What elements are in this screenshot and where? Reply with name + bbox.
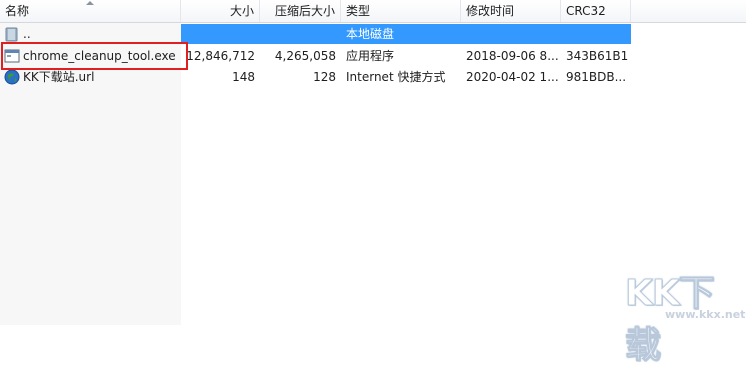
file-type: Internet 快捷方式	[346, 70, 446, 84]
file-size: 12,846,712	[186, 49, 255, 63]
column-header-modified[interactable]: 修改时间	[461, 0, 561, 22]
list-item-parent-folder[interactable]: .. 本地磁盘	[0, 24, 746, 44]
file-modified: 2020-04-02 1...	[466, 70, 559, 84]
watermark-url: www.kkx.net	[665, 308, 746, 321]
annotation-highlight-box	[1, 42, 188, 70]
column-header-size[interactable]: 大小	[181, 0, 260, 22]
column-header-name-label: 名称	[5, 4, 30, 18]
column-header-bar: 名称 大小 压缩后大小 类型 修改时间 CRC32	[0, 0, 746, 23]
column-header-crc32[interactable]: CRC32	[561, 0, 631, 22]
file-type: 应用程序	[346, 49, 395, 63]
file-crc32: 981BDB...	[566, 70, 627, 84]
file-crc32: 343B61B1	[566, 49, 629, 63]
list-item-kk-url[interactable]: KK下载站.url 148 128 Internet 快捷方式 2020-04-…	[0, 67, 746, 87]
column-header-name[interactable]: 名称	[0, 0, 181, 22]
column-header-type[interactable]: 类型	[341, 0, 461, 22]
column-header-packed-size[interactable]: 压缩后大小	[260, 0, 341, 22]
watermark: KK下载 www.kkx.net	[625, 264, 746, 367]
sort-ascending-icon	[86, 1, 94, 5]
file-modified: 2018-09-06 8...	[466, 49, 559, 63]
file-name: KK下载站.url	[23, 70, 95, 84]
file-size: 148	[232, 70, 255, 84]
file-packed-size: 4,265,058	[274, 49, 336, 63]
file-packed-size: 128	[313, 70, 336, 84]
file-type: 本地磁盘	[346, 27, 395, 41]
file-name: ..	[23, 27, 31, 41]
